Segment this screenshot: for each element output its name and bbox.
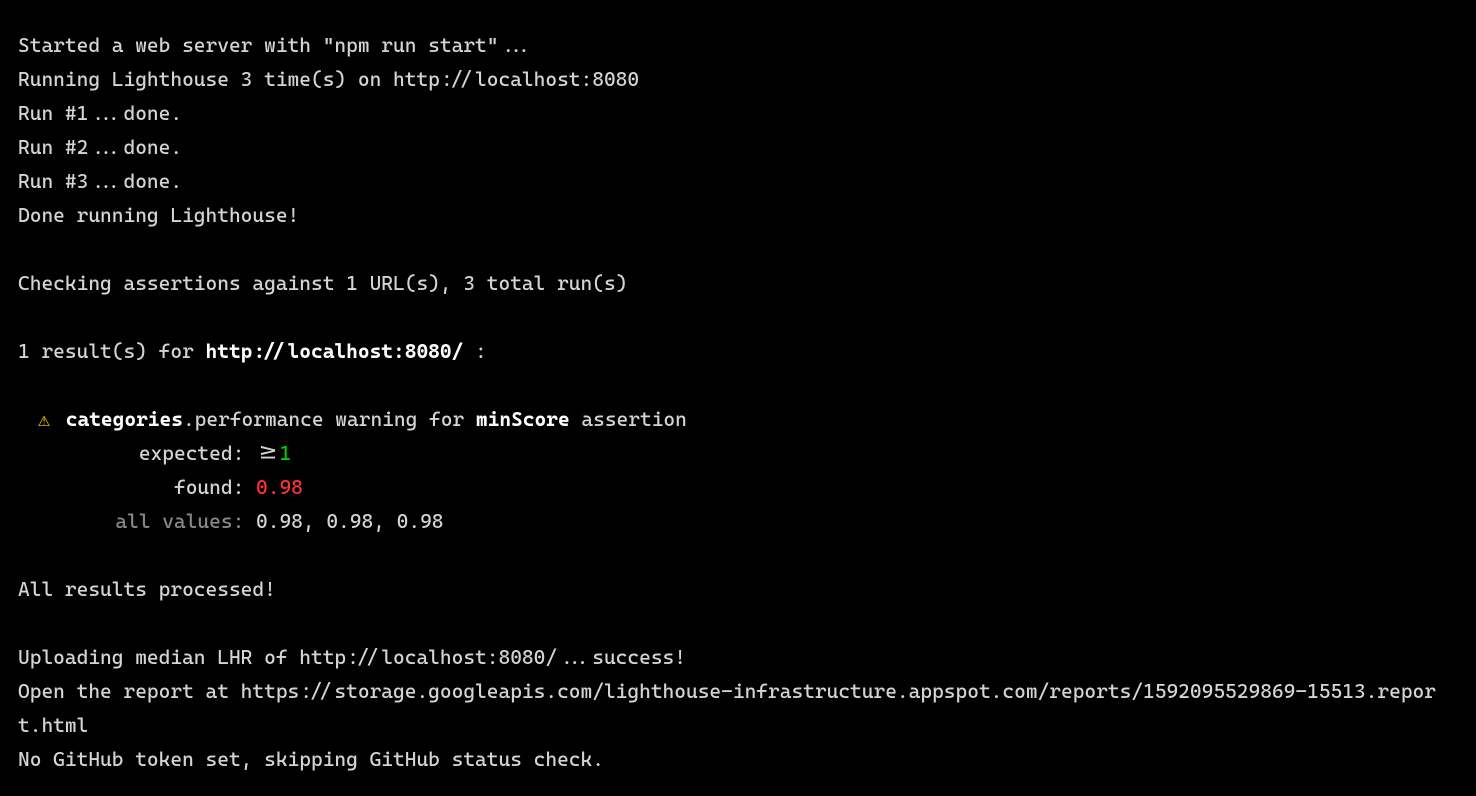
log-line-blank3 xyxy=(18,368,1458,402)
log-line-run1: Run #1...done. xyxy=(18,96,1458,130)
log-line-all-processed: All results processed! xyxy=(18,572,1458,606)
log-line-running: Running Lighthouse 3 time(s) on http://l… xyxy=(18,62,1458,96)
log-line-no-token: No GitHub token set, skipping GitHub sta… xyxy=(18,742,1458,776)
expected-label: expected: xyxy=(114,436,256,470)
found-value: 0.98 xyxy=(256,475,303,499)
assertion-found: found: 0.98 xyxy=(18,470,1458,504)
results-suffix: : xyxy=(463,339,486,363)
all-values-label: all values: xyxy=(114,504,256,538)
assertion-category: categories xyxy=(66,402,183,436)
assertion-expected: expected: >=1 xyxy=(18,436,1458,470)
log-line-results: 1 result(s) for http://localhost:8080/ : xyxy=(18,334,1458,368)
log-line-blank4 xyxy=(18,538,1458,572)
log-line-blank1 xyxy=(18,232,1458,266)
assertion-line: ⚠ categories.performance warning for min… xyxy=(18,402,1458,436)
log-line-uploading: Uploading median LHR of http://localhost… xyxy=(18,640,1458,674)
log-line-blank5 xyxy=(18,606,1458,640)
expected-value: 1 xyxy=(279,441,291,465)
log-line-run2: Run #2...done. xyxy=(18,130,1458,164)
results-prefix: 1 result(s) for xyxy=(18,339,206,363)
expected-operator: >= xyxy=(256,441,279,465)
assertion-metric: minScore xyxy=(476,402,570,436)
log-line-open-report: Open the report at https://storage.googl… xyxy=(18,674,1458,742)
log-line-blank2 xyxy=(18,300,1458,334)
all-values: 0.98, 0.98, 0.98 xyxy=(256,509,444,533)
log-line-checking: Checking assertions against 1 URL(s), 3 … xyxy=(18,266,1458,300)
log-line-done-running: Done running Lighthouse! xyxy=(18,198,1458,232)
log-line-run3: Run #3...done. xyxy=(18,164,1458,198)
warning-icon: ⚠ xyxy=(38,402,50,436)
found-label: found: xyxy=(114,470,256,504)
assertion-all-values: all values: 0.98, 0.98, 0.98 xyxy=(18,504,1458,538)
assertion-rest: .performance warning for xyxy=(183,402,476,436)
results-url: http://localhost:8080/ xyxy=(206,339,464,363)
assertion-suffix: assertion xyxy=(570,402,687,436)
log-line-started: Started a web server with "npm run start… xyxy=(18,28,1458,62)
